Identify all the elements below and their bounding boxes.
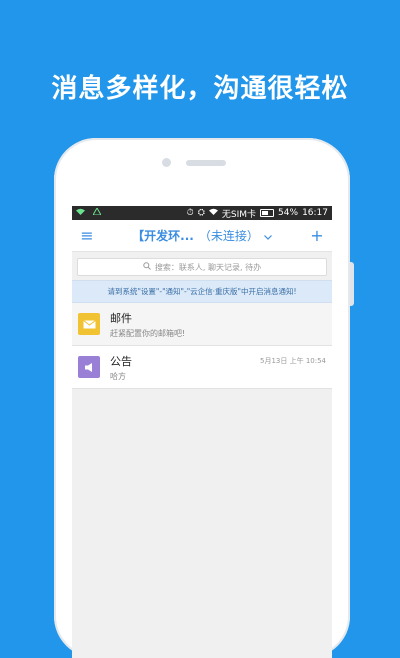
vibrate-icon: ⛭	[197, 208, 205, 218]
alarm-icon: ⏱	[186, 208, 194, 218]
conversation-title: 邮件	[110, 311, 132, 325]
add-icon[interactable]: +	[308, 226, 326, 245]
search-icon	[143, 262, 151, 272]
menu-icon[interactable]: ≡	[78, 226, 96, 245]
chevron-down-icon	[263, 229, 272, 243]
battery-icon	[260, 209, 275, 217]
connection-status: （未连接）	[198, 229, 259, 243]
side-button	[350, 262, 354, 306]
phone-screen: ⏱ ⛭ 无SIM卡 54% 16:17 ≡ 【开发环... （未连接） + 搜索…	[72, 206, 332, 658]
phone-frame: ⏱ ⛭ 无SIM卡 54% 16:17 ≡ 【开发环... （未连接） + 搜索…	[54, 138, 354, 658]
promo-headline: 消息多样化，沟通很轻松	[51, 74, 349, 104]
conversation-announcement[interactable]: 公告 哈方 5月13日 上午 10:54	[72, 346, 332, 389]
search-placeholder: 搜索：联系人, 聊天记录, 待办	[154, 262, 262, 272]
search-input[interactable]: 搜索：联系人, 聊天记录, 待办	[77, 258, 327, 276]
conversation-preview: 赶紧配置你的邮箱吧!	[110, 328, 186, 338]
sim-status: 无SIM卡	[221, 209, 257, 220]
conversation-preview: 哈方	[110, 371, 126, 381]
app-bar: ≡ 【开发环... （未连接） +	[72, 220, 332, 252]
mail-icon	[78, 313, 100, 335]
notification-banner[interactable]: 请到系统"设置"-"通知"-"云企信·重庆版"中开启消息通知!	[72, 280, 332, 303]
conversation-title: 公告	[110, 354, 132, 368]
camera	[162, 158, 171, 167]
clock: 16:17	[302, 208, 328, 218]
speaker-icon	[78, 356, 100, 378]
wifi-icon	[76, 208, 85, 218]
speaker	[186, 160, 226, 166]
app-title: 【开发环...	[132, 229, 194, 243]
warning-icon	[92, 206, 102, 218]
conversation-time: 5月13日 上午 10:54	[260, 357, 326, 365]
battery-level: 54%	[278, 208, 299, 218]
wifi-signal-icon	[208, 208, 218, 218]
conversation-mail[interactable]: 邮件 赶紧配置你的邮箱吧!	[72, 303, 332, 346]
status-bar: ⏱ ⛭ 无SIM卡 54% 16:17	[72, 206, 332, 220]
account-switcher[interactable]: 【开发环... （未连接）	[132, 227, 272, 244]
